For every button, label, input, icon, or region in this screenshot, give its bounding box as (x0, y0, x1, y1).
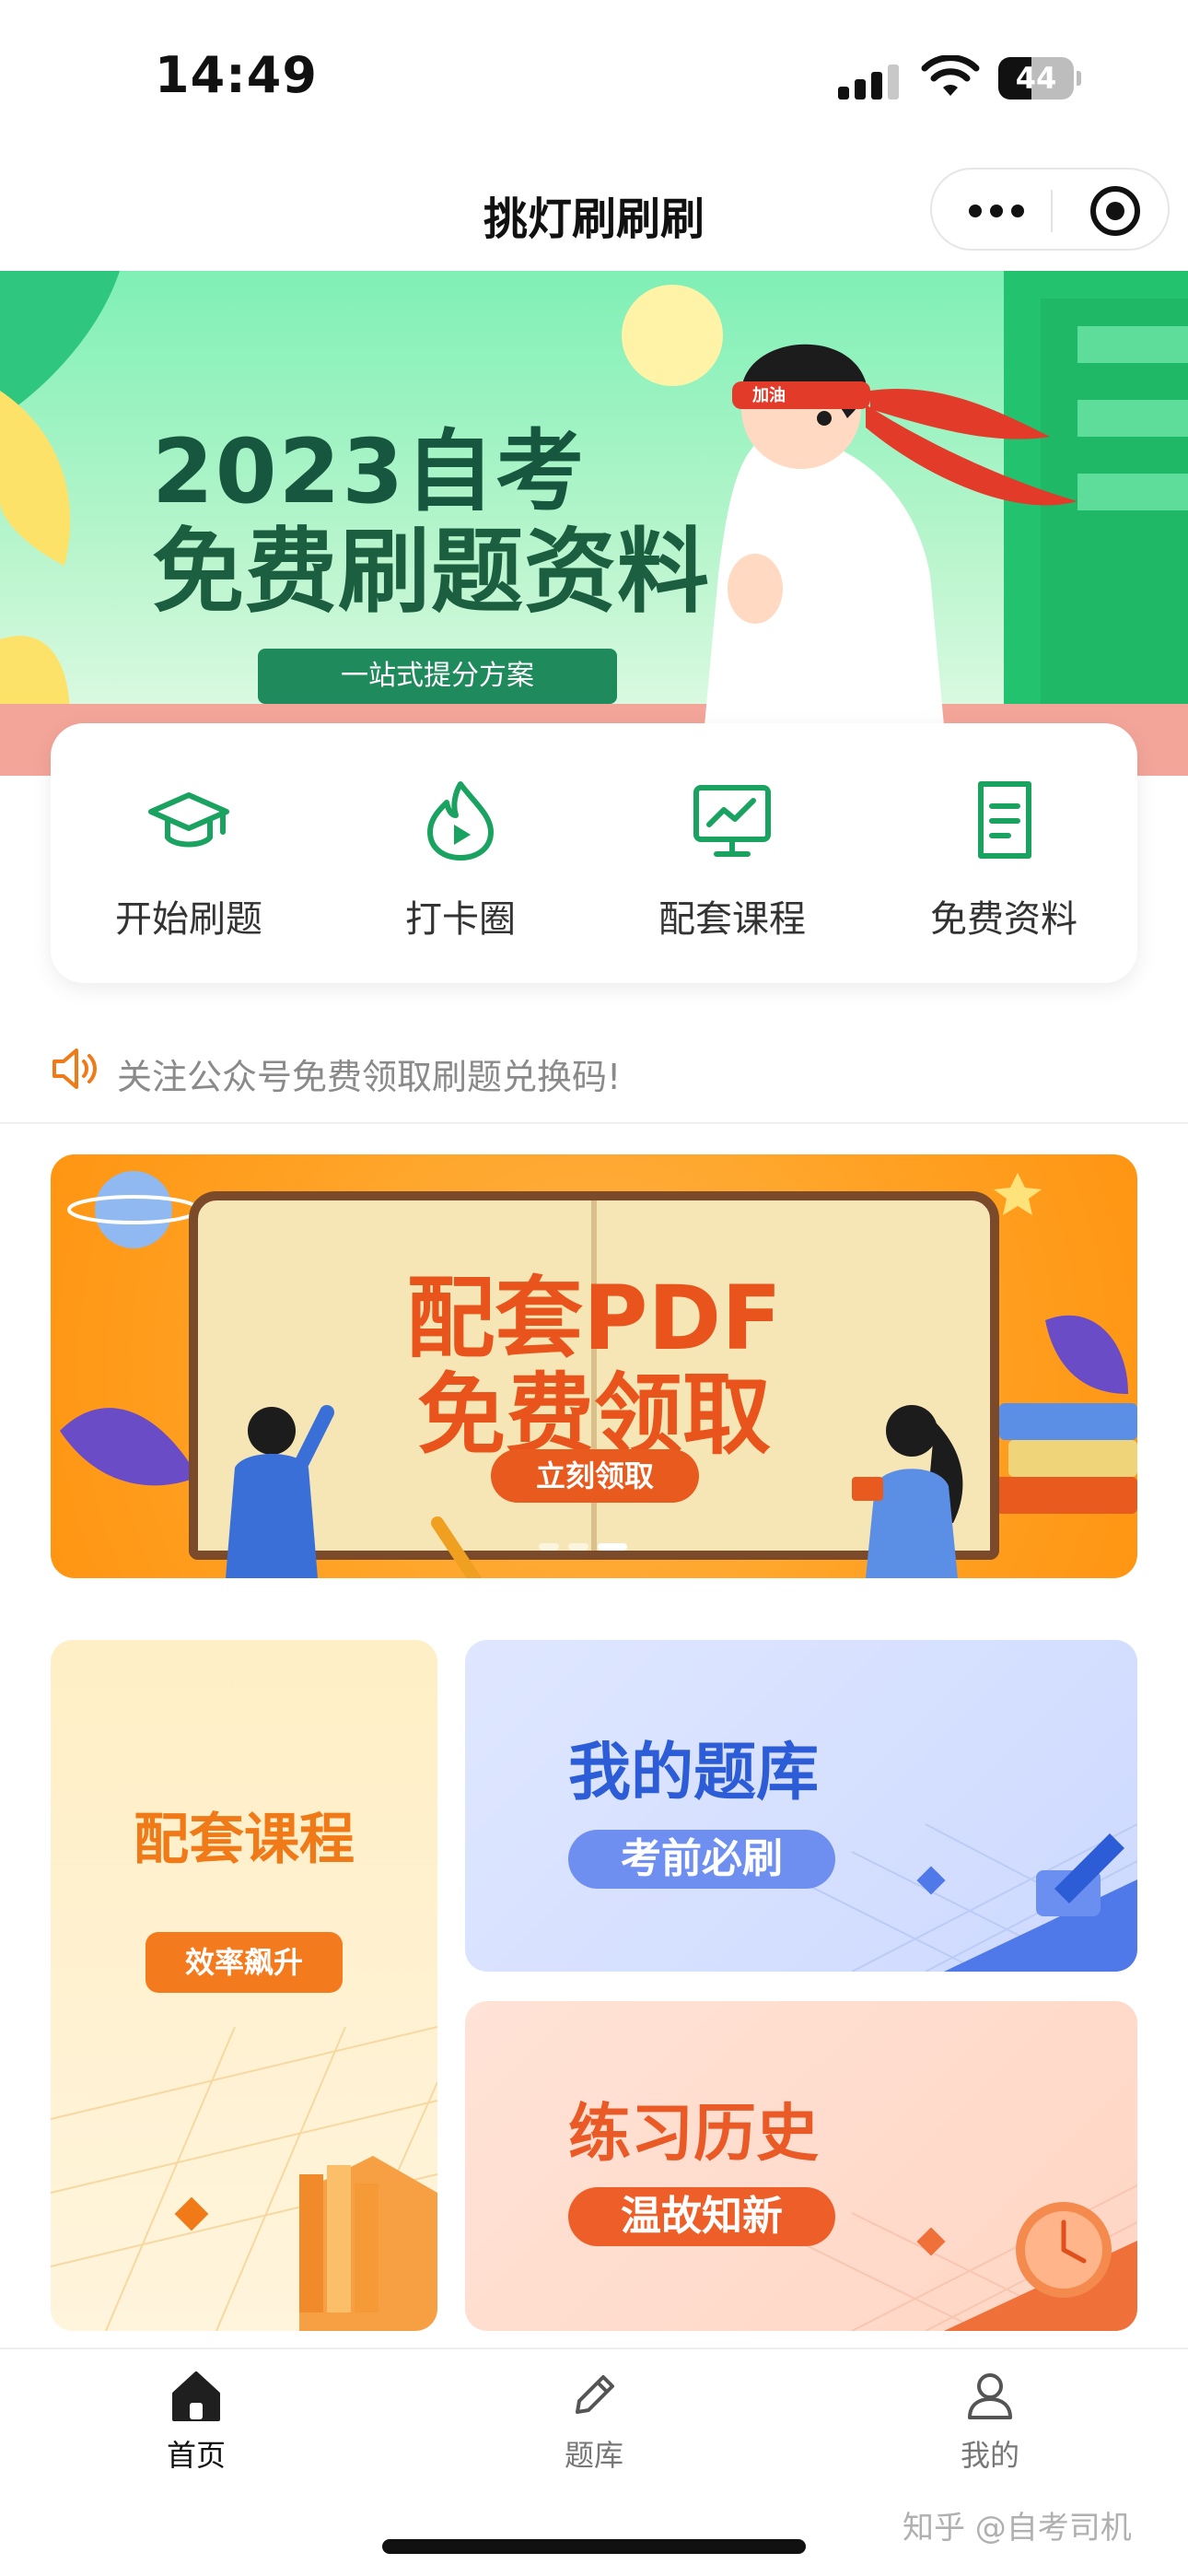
tab-home[interactable]: 首页 (104, 2368, 288, 2506)
capsule-divider (1051, 190, 1053, 232)
battery-icon: 44 (998, 57, 1081, 100)
pdf-banner[interactable]: 配套PDF 免费领取 立刻领取 (51, 1154, 1137, 1578)
quick-item-label: 开始刷题 (115, 898, 262, 941)
quick-item-label: 打卡圈 (405, 898, 516, 941)
tab-home-label: 首页 (166, 2438, 226, 2473)
miniprogram-capsule (930, 168, 1170, 251)
carousel-dot[interactable] (539, 1543, 559, 1551)
pencil-icon (576, 2375, 614, 2414)
user-icon (968, 2373, 1012, 2419)
notice-bar[interactable]: 关注公众号免费领取刷题兑换码! (51, 1041, 1137, 1097)
wifi-icon (921, 55, 980, 96)
hero-banner[interactable]: 加油 2023自考 免费刷题资料 一站式提分方案 (0, 271, 1188, 776)
speaker-icon (52, 1048, 97, 1089)
carousel-dot-active[interactable] (598, 1543, 627, 1551)
status-time: 14:49 (155, 46, 318, 104)
hero-tagline: 一站式提分方案 (258, 649, 617, 704)
home-icon (172, 2371, 220, 2421)
quick-item-checkin-circle[interactable]: 打卡圈 (327, 779, 594, 954)
watermark: 知乎 @自考司机 (903, 2510, 1132, 2547)
quick-item-free-materials[interactable]: 免费资料 (870, 779, 1137, 954)
more-icon[interactable] (969, 197, 1024, 225)
practice-history-card[interactable]: 练习历史 温故知新 (465, 2001, 1137, 2331)
status-bar: 14:49 44 (0, 0, 1188, 147)
carousel-dot[interactable] (568, 1543, 588, 1551)
practice-history-card-chip: 温故知新 (568, 2187, 835, 2246)
app-screen: 14:49 44 挑灯刷刷刷 加油 2023自考 免费刷题资料 一站式提分方案 … (0, 0, 1188, 2576)
question-bank-card[interactable]: 我的题库 考前必刷 (465, 1640, 1137, 1972)
tab-profile[interactable]: 我的 (898, 2368, 1082, 2506)
carousel-indicator (530, 1543, 658, 1552)
question-bank-card-title: 我的题库 (568, 1737, 820, 1809)
claim-now-button[interactable]: 立刻领取 (491, 1449, 699, 1503)
practice-history-card-title: 练习历史 (568, 2098, 820, 2171)
notice-text: 关注公众号免费领取刷题兑换码! (117, 1057, 622, 1097)
graduation-cap-icon (148, 792, 229, 848)
monitor-chart-icon (693, 785, 771, 857)
quick-menu: 开始刷题 打卡圈 配套课程 免费资料 (51, 723, 1137, 983)
tab-question-bank-label: 题库 (564, 2438, 623, 2473)
question-bank-card-chip: 考前必刷 (568, 1830, 835, 1889)
quick-item-start-practice[interactable]: 开始刷题 (55, 779, 322, 954)
signal-icon (838, 63, 903, 100)
nav-bar: 挑灯刷刷刷 (0, 147, 1188, 271)
quick-item-label: 配套课程 (658, 898, 806, 941)
tab-question-bank[interactable]: 题库 (502, 2368, 686, 2506)
course-card[interactable]: 配套课程 效率飙升 (51, 1640, 437, 2331)
flame-play-icon (427, 781, 494, 861)
document-icon (978, 781, 1031, 859)
hero-subtitle: 免费刷题资料 (152, 518, 710, 626)
battery-level-text: 44 (1015, 61, 1057, 96)
section-divider (0, 1122, 1188, 1124)
home-indicator[interactable] (382, 2539, 806, 2554)
quick-item-courses[interactable]: 配套课程 (599, 779, 866, 954)
course-card-chip: 效率飙升 (146, 1932, 343, 1993)
quick-item-label: 免费资料 (930, 898, 1077, 941)
tab-profile-label: 我的 (960, 2438, 1019, 2473)
course-card-title: 配套课程 (134, 1808, 355, 1872)
close-miniprogram-icon[interactable] (1090, 186, 1140, 236)
hero-headband-badge: 加油 (752, 386, 786, 405)
